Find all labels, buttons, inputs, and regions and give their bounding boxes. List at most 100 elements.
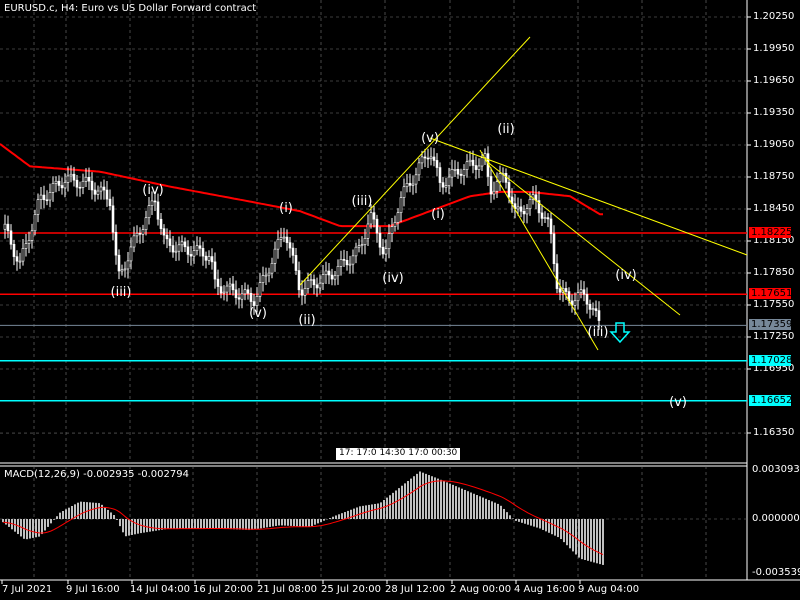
candle-body: [240, 293, 244, 300]
candle-body: [216, 278, 220, 287]
wave-label: (iii): [351, 194, 373, 209]
candle-body: [339, 259, 343, 267]
candle-body: [387, 233, 391, 250]
candle-body: [96, 190, 100, 195]
candle-body: [120, 269, 124, 272]
candle-body: [477, 165, 481, 170]
candle-body: [435, 160, 439, 168]
candle-body: [564, 288, 568, 292]
candle-body: [231, 283, 235, 291]
candle-body: [423, 156, 427, 159]
time-axis-label: 28 Jul 12:00: [385, 584, 445, 595]
candle-body: [189, 254, 193, 257]
candle-body: [468, 159, 472, 163]
candle-body: [291, 247, 295, 256]
moving-average-line: [0, 143, 603, 228]
time-axis-label: 9 Aug 04:00: [578, 584, 640, 595]
macd-axis-label: 0.003093: [752, 464, 800, 475]
candle-body: [270, 263, 274, 274]
candle-body: [117, 254, 121, 272]
candle-body: [123, 268, 127, 271]
candle-body: [78, 186, 82, 189]
candle-body: [438, 167, 442, 183]
candle-body: [102, 186, 106, 191]
candle-body: [60, 185, 64, 189]
candle-body: [42, 194, 46, 201]
candle-body: [66, 175, 70, 183]
candle-body: [282, 236, 286, 239]
candle-body: [213, 261, 217, 280]
candle-body: [303, 288, 307, 296]
scroll-time: 00:30: [431, 448, 458, 458]
candle-body: [450, 169, 454, 178]
scroll-time: 17:0: [356, 448, 380, 458]
candle-body: [51, 183, 55, 193]
wave-label: (v): [421, 131, 439, 146]
candle-body: [273, 248, 277, 264]
candle-body: [72, 173, 76, 181]
candle-body: [420, 156, 424, 164]
candle-body: [495, 181, 499, 192]
candle-body: [525, 208, 529, 215]
candle-body: [498, 173, 502, 182]
candle-body: [507, 182, 511, 198]
candle-body: [369, 212, 373, 225]
candle-body: [555, 263, 559, 289]
time-axis-label: 14 Jul 04:00: [130, 584, 190, 595]
candle-body: [207, 256, 211, 261]
candle-body: [393, 222, 397, 227]
candle-body: [168, 238, 172, 246]
wave-label: (iv): [615, 268, 637, 283]
candle-body: [54, 180, 58, 184]
candle-body: [429, 156, 433, 159]
candle-body: [456, 169, 460, 175]
candle-body: [186, 246, 190, 255]
candle-body: [384, 248, 388, 255]
macd-axis-label: -0.003539: [752, 567, 800, 578]
candle-body: [471, 159, 475, 166]
time-axis-label: 7 Jul 2021: [2, 584, 53, 595]
scroll-time: 17:: [339, 448, 357, 458]
candle-body: [201, 248, 205, 257]
candle-body: [315, 284, 319, 289]
candle-body: [261, 275, 265, 283]
candle-body: [225, 285, 229, 293]
candle-body: [252, 301, 256, 306]
candle-body: [336, 266, 340, 277]
candle-body: [141, 229, 145, 235]
candle-body: [390, 226, 394, 234]
candle-body: [396, 212, 400, 223]
wave-label: (v): [249, 306, 267, 321]
chart-canvas[interactable]: [0, 0, 800, 600]
price-level-tag: 1.17651: [749, 288, 793, 300]
candle-body: [444, 185, 448, 188]
candle-body: [294, 255, 298, 271]
candle-body: [441, 182, 445, 188]
candle-body: [108, 198, 112, 207]
candle-body: [228, 283, 232, 287]
candle-body: [174, 250, 178, 253]
candle-body: [27, 240, 31, 244]
candle-body: [342, 259, 346, 261]
candle-body: [24, 243, 28, 249]
candle-body: [414, 174, 418, 185]
candle-body: [594, 308, 598, 311]
candle-body: [300, 289, 304, 296]
candle-body: [306, 280, 310, 289]
candle-body: [165, 234, 169, 240]
candle-body: [267, 272, 271, 276]
candle-body: [138, 232, 142, 235]
macd-label: MACD(12,26,9) -0.002935 -0.002794: [4, 469, 189, 480]
candle-body: [459, 173, 463, 176]
chart-window[interactable]: EURUSD.c, H4: Euro vs US Dollar Forward …: [0, 0, 800, 600]
wave-label: (i): [431, 207, 445, 222]
candle-body: [156, 201, 160, 220]
candle-body: [243, 289, 247, 295]
price-axis-label: 1.18450: [753, 203, 795, 214]
wave-label: (ii): [497, 122, 515, 137]
candle-body: [279, 237, 283, 240]
candle-body: [546, 217, 550, 220]
candle-body: [192, 250, 196, 257]
wave-label: (i): [279, 201, 293, 216]
chart-title: EURUSD.c, H4: Euro vs US Dollar Forward …: [4, 3, 257, 14]
